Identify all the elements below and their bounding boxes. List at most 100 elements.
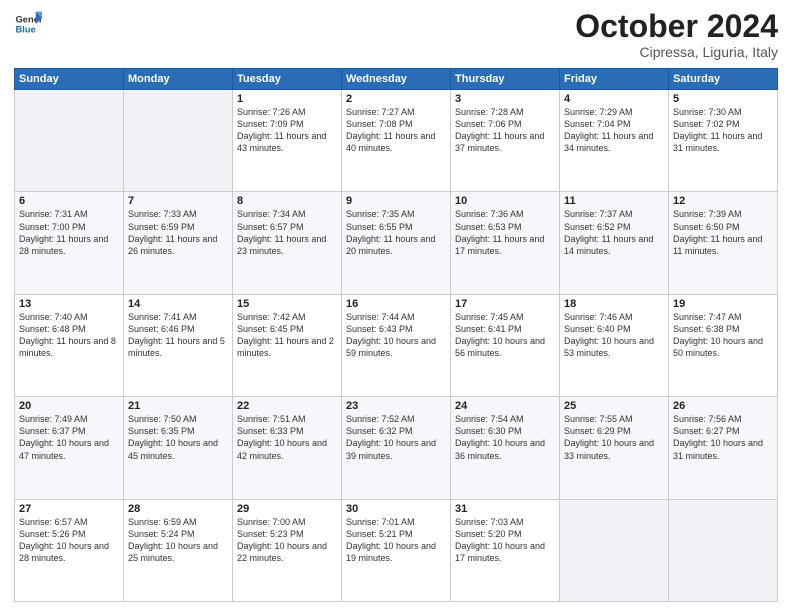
- day-number: 17: [455, 298, 555, 310]
- cell-content: Sunrise: 7:51 AM Sunset: 6:33 PM Dayligh…: [237, 413, 337, 462]
- col-saturday: Saturday: [669, 69, 778, 90]
- day-number: 5: [673, 93, 773, 105]
- table-row: 5Sunrise: 7:30 AM Sunset: 7:02 PM Daylig…: [669, 90, 778, 192]
- svg-text:Blue: Blue: [16, 25, 36, 35]
- cell-content: Sunrise: 7:27 AM Sunset: 7:08 PM Dayligh…: [346, 106, 446, 155]
- day-number: 2: [346, 93, 446, 105]
- table-row: 14Sunrise: 7:41 AM Sunset: 6:46 PM Dayli…: [124, 294, 233, 396]
- table-row: 23Sunrise: 7:52 AM Sunset: 6:32 PM Dayli…: [342, 397, 451, 499]
- cell-content: Sunrise: 7:49 AM Sunset: 6:37 PM Dayligh…: [19, 413, 119, 462]
- table-row: 6Sunrise: 7:31 AM Sunset: 7:00 PM Daylig…: [15, 192, 124, 294]
- day-number: 18: [564, 298, 664, 310]
- table-row: 22Sunrise: 7:51 AM Sunset: 6:33 PM Dayli…: [233, 397, 342, 499]
- logo: General Blue: [14, 10, 42, 38]
- table-row: 9Sunrise: 7:35 AM Sunset: 6:55 PM Daylig…: [342, 192, 451, 294]
- table-row: 3Sunrise: 7:28 AM Sunset: 7:06 PM Daylig…: [451, 90, 560, 192]
- table-row: 26Sunrise: 7:56 AM Sunset: 6:27 PM Dayli…: [669, 397, 778, 499]
- day-number: 4: [564, 93, 664, 105]
- table-row: 18Sunrise: 7:46 AM Sunset: 6:40 PM Dayli…: [560, 294, 669, 396]
- logo-icon: General Blue: [14, 10, 42, 38]
- cell-content: Sunrise: 6:59 AM Sunset: 5:24 PM Dayligh…: [128, 516, 228, 565]
- cell-content: Sunrise: 7:00 AM Sunset: 5:23 PM Dayligh…: [237, 516, 337, 565]
- day-number: 15: [237, 298, 337, 310]
- day-number: 6: [19, 195, 119, 207]
- day-number: 20: [19, 400, 119, 412]
- calendar: Sunday Monday Tuesday Wednesday Thursday…: [14, 68, 778, 602]
- day-number: 11: [564, 195, 664, 207]
- cell-content: Sunrise: 7:47 AM Sunset: 6:38 PM Dayligh…: [673, 311, 773, 360]
- day-number: 7: [128, 195, 228, 207]
- cell-content: Sunrise: 7:33 AM Sunset: 6:59 PM Dayligh…: [128, 208, 228, 257]
- cell-content: Sunrise: 7:52 AM Sunset: 6:32 PM Dayligh…: [346, 413, 446, 462]
- table-row: 15Sunrise: 7:42 AM Sunset: 6:45 PM Dayli…: [233, 294, 342, 396]
- table-row: 11Sunrise: 7:37 AM Sunset: 6:52 PM Dayli…: [560, 192, 669, 294]
- day-number: 26: [673, 400, 773, 412]
- day-number: 23: [346, 400, 446, 412]
- header-row: Sunday Monday Tuesday Wednesday Thursday…: [15, 69, 778, 90]
- cell-content: Sunrise: 7:31 AM Sunset: 7:00 PM Dayligh…: [19, 208, 119, 257]
- day-number: 27: [19, 503, 119, 515]
- cell-content: Sunrise: 7:54 AM Sunset: 6:30 PM Dayligh…: [455, 413, 555, 462]
- day-number: 16: [346, 298, 446, 310]
- col-wednesday: Wednesday: [342, 69, 451, 90]
- day-number: 22: [237, 400, 337, 412]
- table-row: 19Sunrise: 7:47 AM Sunset: 6:38 PM Dayli…: [669, 294, 778, 396]
- table-row: 17Sunrise: 7:45 AM Sunset: 6:41 PM Dayli…: [451, 294, 560, 396]
- cell-content: Sunrise: 7:34 AM Sunset: 6:57 PM Dayligh…: [237, 208, 337, 257]
- cell-content: Sunrise: 7:56 AM Sunset: 6:27 PM Dayligh…: [673, 413, 773, 462]
- cell-content: Sunrise: 7:44 AM Sunset: 6:43 PM Dayligh…: [346, 311, 446, 360]
- cell-content: Sunrise: 7:37 AM Sunset: 6:52 PM Dayligh…: [564, 208, 664, 257]
- cell-content: Sunrise: 7:28 AM Sunset: 7:06 PM Dayligh…: [455, 106, 555, 155]
- table-row: 20Sunrise: 7:49 AM Sunset: 6:37 PM Dayli…: [15, 397, 124, 499]
- day-number: 29: [237, 503, 337, 515]
- table-row: 12Sunrise: 7:39 AM Sunset: 6:50 PM Dayli…: [669, 192, 778, 294]
- cell-content: Sunrise: 7:46 AM Sunset: 6:40 PM Dayligh…: [564, 311, 664, 360]
- cell-content: Sunrise: 7:35 AM Sunset: 6:55 PM Dayligh…: [346, 208, 446, 257]
- cell-content: Sunrise: 7:40 AM Sunset: 6:48 PM Dayligh…: [19, 311, 119, 360]
- table-row: 28Sunrise: 6:59 AM Sunset: 5:24 PM Dayli…: [124, 499, 233, 601]
- table-row: 4Sunrise: 7:29 AM Sunset: 7:04 PM Daylig…: [560, 90, 669, 192]
- table-row: 29Sunrise: 7:00 AM Sunset: 5:23 PM Dayli…: [233, 499, 342, 601]
- cell-content: Sunrise: 7:30 AM Sunset: 7:02 PM Dayligh…: [673, 106, 773, 155]
- table-row: 16Sunrise: 7:44 AM Sunset: 6:43 PM Dayli…: [342, 294, 451, 396]
- table-row: 24Sunrise: 7:54 AM Sunset: 6:30 PM Dayli…: [451, 397, 560, 499]
- table-row: [15, 90, 124, 192]
- day-number: 28: [128, 503, 228, 515]
- table-row: 30Sunrise: 7:01 AM Sunset: 5:21 PM Dayli…: [342, 499, 451, 601]
- table-row: 25Sunrise: 7:55 AM Sunset: 6:29 PM Dayli…: [560, 397, 669, 499]
- day-number: 14: [128, 298, 228, 310]
- title-block: October 2024 Cipressa, Liguria, Italy: [575, 10, 778, 60]
- table-row: 2Sunrise: 7:27 AM Sunset: 7:08 PM Daylig…: [342, 90, 451, 192]
- month-title: October 2024: [575, 10, 778, 42]
- day-number: 13: [19, 298, 119, 310]
- table-row: 13Sunrise: 7:40 AM Sunset: 6:48 PM Dayli…: [15, 294, 124, 396]
- day-number: 9: [346, 195, 446, 207]
- cell-content: Sunrise: 7:01 AM Sunset: 5:21 PM Dayligh…: [346, 516, 446, 565]
- cell-content: Sunrise: 7:50 AM Sunset: 6:35 PM Dayligh…: [128, 413, 228, 462]
- col-monday: Monday: [124, 69, 233, 90]
- cell-content: Sunrise: 7:42 AM Sunset: 6:45 PM Dayligh…: [237, 311, 337, 360]
- cell-content: Sunrise: 7:03 AM Sunset: 5:20 PM Dayligh…: [455, 516, 555, 565]
- day-number: 25: [564, 400, 664, 412]
- table-row: [560, 499, 669, 601]
- day-number: 1: [237, 93, 337, 105]
- col-tuesday: Tuesday: [233, 69, 342, 90]
- table-row: 7Sunrise: 7:33 AM Sunset: 6:59 PM Daylig…: [124, 192, 233, 294]
- cell-content: Sunrise: 7:39 AM Sunset: 6:50 PM Dayligh…: [673, 208, 773, 257]
- day-number: 12: [673, 195, 773, 207]
- table-row: [124, 90, 233, 192]
- cell-content: Sunrise: 7:26 AM Sunset: 7:09 PM Dayligh…: [237, 106, 337, 155]
- day-number: 8: [237, 195, 337, 207]
- day-number: 21: [128, 400, 228, 412]
- day-number: 24: [455, 400, 555, 412]
- table-row: 27Sunrise: 6:57 AM Sunset: 5:26 PM Dayli…: [15, 499, 124, 601]
- day-number: 10: [455, 195, 555, 207]
- table-row: [669, 499, 778, 601]
- table-row: 31Sunrise: 7:03 AM Sunset: 5:20 PM Dayli…: [451, 499, 560, 601]
- day-number: 3: [455, 93, 555, 105]
- subtitle: Cipressa, Liguria, Italy: [575, 44, 778, 60]
- table-row: 21Sunrise: 7:50 AM Sunset: 6:35 PM Dayli…: [124, 397, 233, 499]
- cell-content: Sunrise: 7:36 AM Sunset: 6:53 PM Dayligh…: [455, 208, 555, 257]
- cell-content: Sunrise: 7:45 AM Sunset: 6:41 PM Dayligh…: [455, 311, 555, 360]
- cell-content: Sunrise: 7:41 AM Sunset: 6:46 PM Dayligh…: [128, 311, 228, 360]
